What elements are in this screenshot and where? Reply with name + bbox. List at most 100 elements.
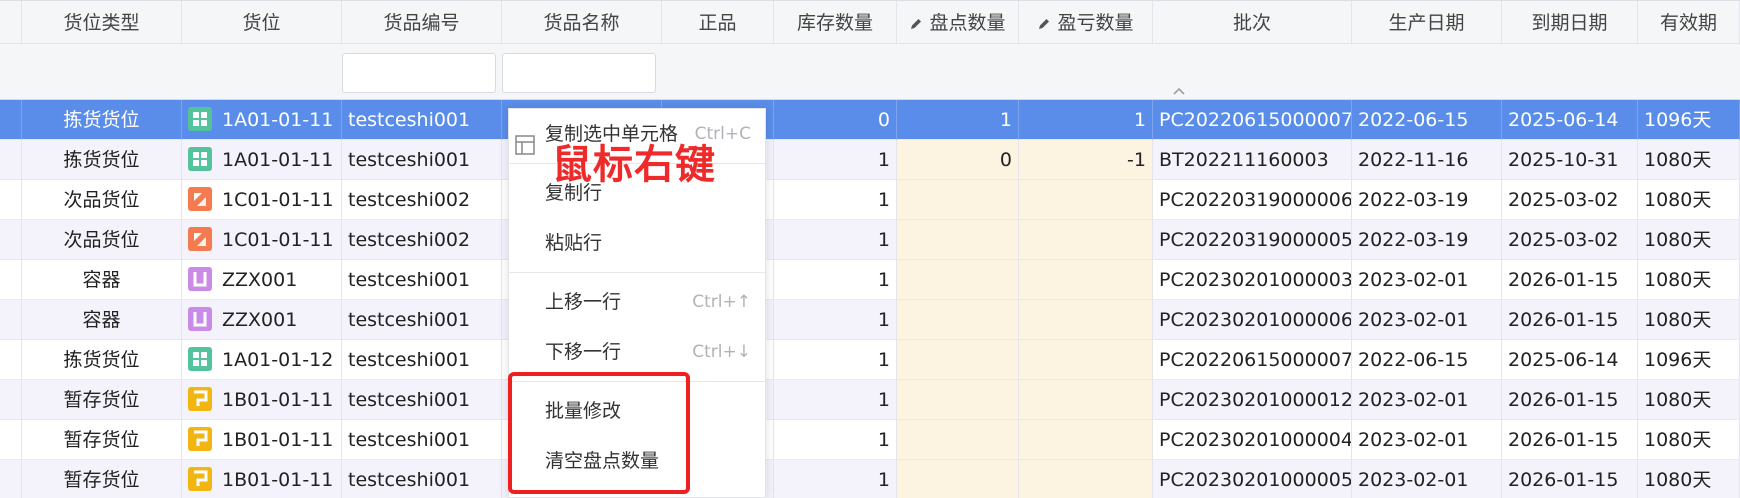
cell-slot[interactable]: 1B01-01-11 [182,380,342,420]
cell-batch[interactable]: PC20230201000004 [1153,420,1352,460]
cell-validity[interactable]: 1080天 [1638,260,1740,300]
cell-stock-qty[interactable]: 1 [774,220,897,260]
cell-exp-date[interactable]: 2026-01-15 [1502,460,1638,498]
cell-slot[interactable]: 1C01-01-11 [182,180,342,220]
cell-slot-type[interactable]: 拣货货位 [22,100,182,140]
sort-caret-icon[interactable] [1172,84,1186,98]
cell-count-qty[interactable] [897,300,1019,340]
cell-batch[interactable]: PC20220319000006 [1153,180,1352,220]
cell-exp-date[interactable]: 2026-01-15 [1502,420,1638,460]
col-stock-qty[interactable]: 库存数量 [774,1,897,45]
cell-sku[interactable]: testceshi002 [342,220,502,260]
cell-stock-qty[interactable]: 1 [774,260,897,300]
cell-mfg-date[interactable]: 2023-02-01 [1352,380,1502,420]
table-row[interactable]: 拣货货位 1A01-01-11 testceshi001 0 1 1 PC202206150… [0,100,1740,140]
table-row[interactable]: 次品货位 1C01-01-11 testceshi002 1 PC20220319000… [0,220,1740,260]
cell-mfg-date[interactable]: 2023-02-01 [1352,260,1502,300]
cell-slot[interactable]: ZZX001 [182,260,342,300]
cell-diff-qty[interactable] [1019,340,1153,380]
cell-batch[interactable]: PC20220319000005 [1153,220,1352,260]
cell-exp-date[interactable]: 2025-03-02 [1502,220,1638,260]
cell-count-qty[interactable] [897,340,1019,380]
cell-exp-date[interactable]: 2025-03-02 [1502,180,1638,220]
cell-stock-qty[interactable]: 1 [774,140,897,180]
col-exp-date[interactable]: 到期日期 [1502,1,1638,45]
cell-diff-qty[interactable] [1019,180,1153,220]
cell-count-qty[interactable] [897,420,1019,460]
cell-batch[interactable]: PC20220615000007 [1153,340,1352,380]
cell-stock-qty[interactable]: 1 [774,300,897,340]
cell-validity[interactable]: 1080天 [1638,300,1740,340]
cell-mfg-date[interactable]: 2023-02-01 [1352,460,1502,498]
cell-stock-qty[interactable]: 1 [774,380,897,420]
cell-diff-qty[interactable] [1019,460,1153,498]
col-validity[interactable]: 有效期 [1638,1,1740,45]
col-batch[interactable]: 批次 [1153,1,1352,45]
cell-validity[interactable]: 1096天 [1638,340,1740,380]
cell-diff-qty[interactable] [1019,380,1153,420]
cell-sku[interactable]: testceshi002 [342,180,502,220]
cell-validity[interactable]: 1096天 [1638,100,1740,140]
menu-move-down[interactable]: 下移一行 Ctrl+↓ [509,327,765,377]
cell-exp-date[interactable]: 2026-01-15 [1502,260,1638,300]
cell-sku[interactable]: testceshi001 [342,460,502,498]
col-name[interactable]: 货品名称 [502,1,662,45]
cell-mfg-date[interactable]: 2023-02-01 [1352,300,1502,340]
table-row[interactable]: 容器 ZZX001 testceshi001 1 PC20230201000003 202… [0,260,1740,300]
table-row[interactable]: 暂存货位 1B01-01-11 testceshi001 1 PC20230201000… [0,420,1740,460]
menu-paste-row[interactable]: 粘贴行 [509,218,765,268]
col-sku[interactable]: 货品编号 [342,1,502,45]
cell-mfg-date[interactable]: 2023-02-01 [1352,420,1502,460]
cell-mfg-date[interactable]: 2022-03-19 [1352,220,1502,260]
cell-count-qty[interactable] [897,220,1019,260]
cell-slot-type[interactable]: 次品货位 [22,180,182,220]
cell-validity[interactable]: 1080天 [1638,180,1740,220]
filter-name-input[interactable] [502,52,656,93]
menu-move-up[interactable]: 上移一行 Ctrl+↑ [509,277,765,327]
cell-slot-type[interactable]: 拣货货位 [22,340,182,380]
cell-slot-type[interactable]: 暂存货位 [22,380,182,420]
cell-count-qty[interactable] [897,380,1019,420]
cell-slot[interactable]: ZZX001 [182,300,342,340]
cell-batch[interactable]: PC20230201000003 [1153,260,1352,300]
col-count-qty[interactable]: 盘点数量 [897,1,1019,45]
col-slot[interactable]: 货位 [182,1,342,45]
cell-slot[interactable]: 1A01-01-12 [182,340,342,380]
cell-count-qty[interactable]: 1 [897,100,1019,140]
table-row[interactable]: 暂存货位 1B01-01-11 testceshi001 1 PC20230201000… [0,380,1740,420]
cell-diff-qty[interactable] [1019,420,1153,460]
cell-exp-date[interactable]: 2025-06-14 [1502,100,1638,140]
cell-slot[interactable]: 1B01-01-11 [182,460,342,498]
cell-batch[interactable]: PC20220615000007 [1153,100,1352,140]
cell-slot[interactable]: 1A01-01-11 [182,140,342,180]
cell-stock-qty[interactable]: 1 [774,180,897,220]
cell-slot-type[interactable]: 次品货位 [22,220,182,260]
cell-validity[interactable]: 1080天 [1638,460,1740,498]
col-slot-type[interactable]: 货位类型 [22,1,182,45]
cell-exp-date[interactable]: 2025-10-31 [1502,140,1638,180]
cell-slot-type[interactable]: 暂存货位 [22,420,182,460]
table-row[interactable]: 次品货位 1C01-01-11 testceshi002 1 PC20220319000… [0,180,1740,220]
cell-batch[interactable]: PC20230201000006 [1153,300,1352,340]
table-row[interactable]: 暂存货位 1B01-01-11 testceshi001 1 PC20230201000… [0,460,1740,498]
cell-batch[interactable]: BT202211160003 [1153,140,1352,180]
cell-sku[interactable]: testceshi001 [342,380,502,420]
cell-slot[interactable]: 1C01-01-11 [182,220,342,260]
cell-slot-type[interactable]: 容器 [22,300,182,340]
cell-validity[interactable]: 1080天 [1638,220,1740,260]
cell-sku[interactable]: testceshi001 [342,300,502,340]
cell-exp-date[interactable]: 2026-01-15 [1502,380,1638,420]
col-genuine[interactable]: 正品 [662,1,774,45]
cell-mfg-date[interactable]: 2022-06-15 [1352,340,1502,380]
cell-slot-type[interactable]: 拣货货位 [22,140,182,180]
cell-sku[interactable]: testceshi001 [342,140,502,180]
cell-sku[interactable]: testceshi001 [342,260,502,300]
cell-exp-date[interactable]: 2025-06-14 [1502,340,1638,380]
cell-mfg-date[interactable]: 2022-06-15 [1352,100,1502,140]
cell-count-qty[interactable] [897,180,1019,220]
cell-diff-qty[interactable]: -1 [1019,140,1153,180]
cell-stock-qty[interactable]: 1 [774,460,897,498]
cell-stock-qty[interactable]: 1 [774,420,897,460]
cell-stock-qty[interactable]: 1 [774,340,897,380]
cell-sku[interactable]: testceshi001 [342,340,502,380]
